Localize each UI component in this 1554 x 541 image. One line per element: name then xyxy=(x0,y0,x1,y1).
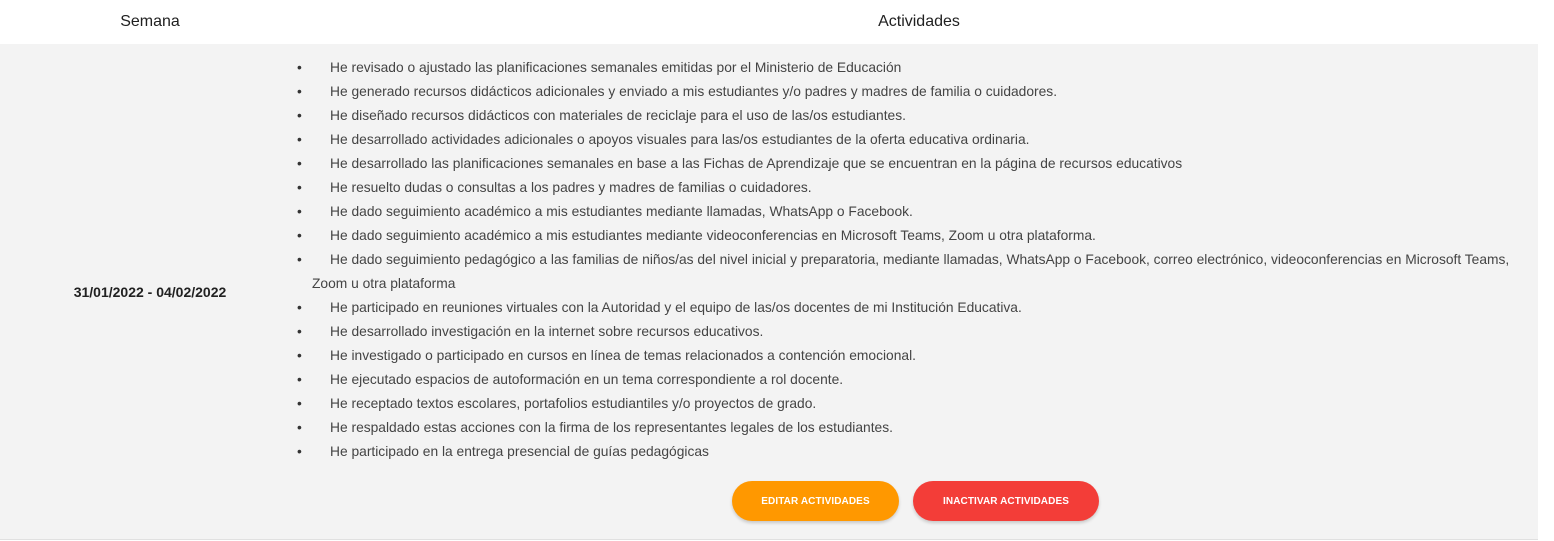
column-header-week: Semana xyxy=(120,13,180,30)
inactivate-activities-button[interactable]: INACTIVAR ACTIVIDADES xyxy=(913,481,1099,521)
list-item: He participado en reuniones virtuales co… xyxy=(297,296,1524,320)
table-row: 31/01/2022 - 04/02/2022 He revisado o aj… xyxy=(0,44,1538,539)
activity-list: He revisado o ajustado las planificacion… xyxy=(297,56,1524,464)
list-item: He desarrollado actividades adicionales … xyxy=(297,128,1524,152)
list-item: He dado seguimiento académico a mis estu… xyxy=(297,200,1524,224)
list-item: He ejecutado espacios de autoformación e… xyxy=(297,368,1524,392)
table-header-row: Semana Actividades xyxy=(0,0,1538,44)
list-item: He diseñado recursos didácticos con mate… xyxy=(297,104,1524,128)
list-item: He respaldado estas acciones con la firm… xyxy=(297,416,1524,440)
list-item: He desarrollado las planificaciones sema… xyxy=(297,152,1524,176)
activities-table: Semana Actividades 31/01/2022 - 04/02/20… xyxy=(0,0,1538,540)
list-item: He participado en la entrega presencial … xyxy=(297,440,1524,464)
list-item: He dado seguimiento académico a mis estu… xyxy=(297,224,1524,248)
list-item: He revisado o ajustado las planificacion… xyxy=(297,56,1524,80)
list-item: He dado seguimiento pedagógico a las fam… xyxy=(297,248,1524,296)
column-header-activities: Actividades xyxy=(878,13,960,30)
edit-activities-button[interactable]: EDITAR ACTIVIDADES xyxy=(732,481,899,521)
list-item: He investigado o participado en cursos e… xyxy=(297,344,1524,368)
list-item: He generado recursos didácticos adiciona… xyxy=(297,80,1524,104)
row-divider xyxy=(0,539,1538,540)
list-item: He receptado textos escolares, portafoli… xyxy=(297,392,1524,416)
week-range: 31/01/2022 - 04/02/2022 xyxy=(73,283,227,300)
row-actions: EDITAR ACTIVIDADES INACTIVAR ACTIVIDADES xyxy=(732,481,1099,521)
list-item: He desarrollado investigación en la inte… xyxy=(297,320,1524,344)
activities-cell: He revisado o ajustado las planificacion… xyxy=(297,44,1538,539)
list-item: He resuelto dudas o consultas a los padr… xyxy=(297,176,1524,200)
